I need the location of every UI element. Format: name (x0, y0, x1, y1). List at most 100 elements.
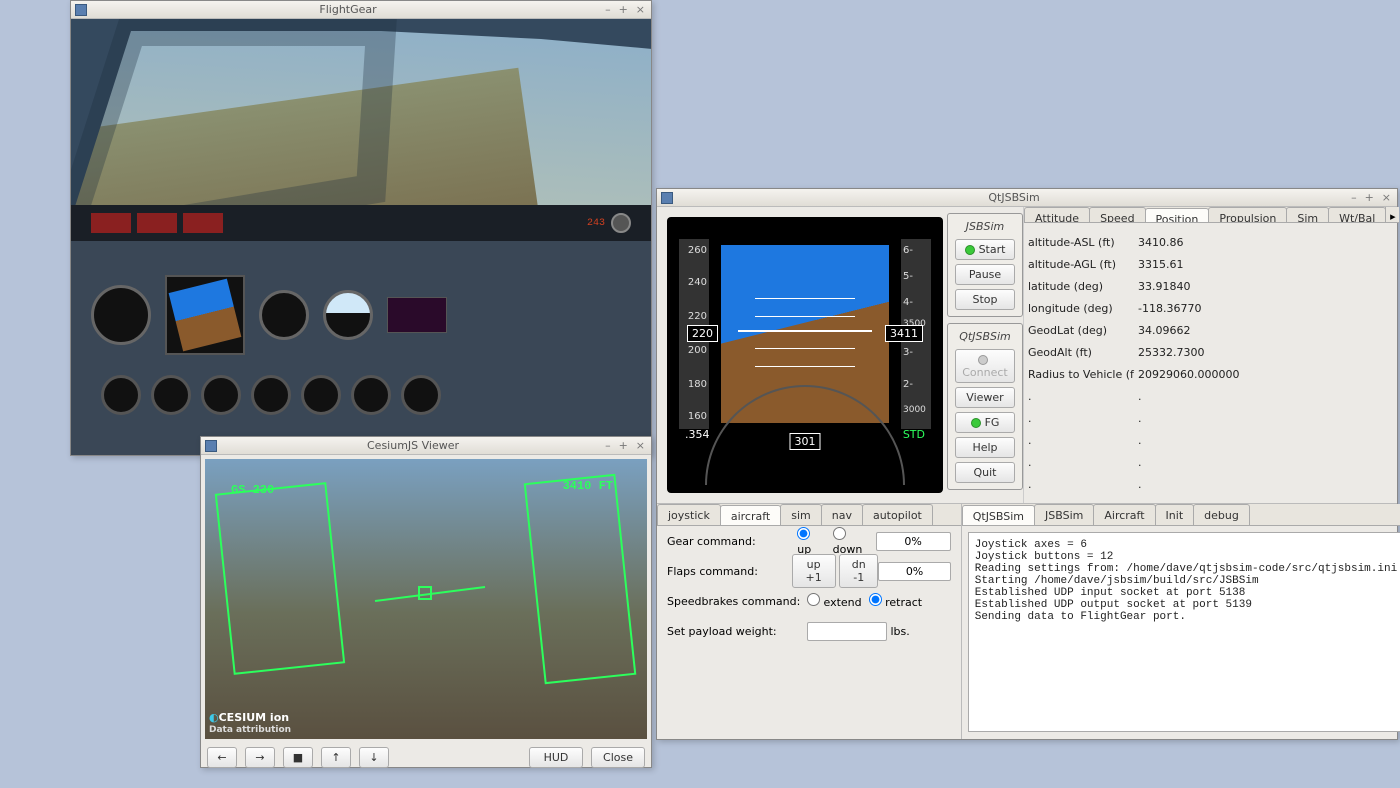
hud-groundspeed: GS 230 (231, 483, 274, 497)
nav-left-button[interactable]: ← (207, 747, 237, 768)
baro-std: STD (903, 428, 925, 441)
flaps-up-button[interactable]: up +1 (792, 554, 836, 588)
primary-flight-display: 260 240 220 200 180 160 6- 5- 4- 3500 3-… (667, 217, 943, 493)
maximize-icon[interactable]: + (617, 439, 630, 452)
data-row: GeodLat (deg)34.09662 (1028, 319, 1395, 341)
control-panel: JSBSim Start Pause Stop QtJSBSim Connect… (947, 207, 1023, 503)
airspeed-readout: 220 (687, 325, 718, 342)
window-title: FlightGear (93, 3, 603, 16)
payload-input[interactable] (807, 622, 887, 641)
log-output[interactable]: Joystick axes = 6 Joystick buttons = 12 … (968, 532, 1400, 732)
cesium-viewport[interactable]: GS 230 3410 FT ◐CESIUM ion Data attribut… (205, 459, 647, 739)
cesium-logo: CESIUM ion (219, 711, 289, 724)
nav-down-button[interactable]: ↓ (359, 747, 389, 768)
data-row: GeodAlt (ft)25332.7300 (1028, 341, 1395, 363)
heading-indicator: 301 (705, 435, 905, 485)
maximize-icon[interactable]: + (617, 3, 630, 16)
connect-button[interactable]: Connect (955, 349, 1015, 383)
qtjsbsim-titlebar[interactable]: QtJSBSim – + × (657, 189, 1397, 207)
gear-label: Gear command: (667, 535, 797, 548)
data-row: Radius to Vehicle (f20929060.000000 (1028, 363, 1395, 385)
app-icon (661, 192, 673, 204)
tab-position[interactable]: Position (1145, 208, 1210, 223)
altitude-readout: 3411 (885, 325, 923, 342)
data-row: .. (1028, 451, 1395, 473)
start-button[interactable]: Start (955, 239, 1015, 260)
qtjsbsim-controls: QtJSBSim Connect Viewer FG Help Quit (947, 323, 1023, 490)
stop-button[interactable]: Stop (955, 289, 1015, 310)
quit-button[interactable]: Quit (955, 462, 1015, 483)
data-row: .. (1028, 473, 1395, 495)
tab-joystick[interactable]: joystick (657, 504, 721, 525)
tab-wt/bal[interactable]: Wt/Bal (1328, 207, 1386, 222)
tab-propulsion[interactable]: Propulsion (1208, 207, 1287, 222)
help-button[interactable]: Help (955, 437, 1015, 458)
cesium-window: CesiumJS Viewer – + × GS 230 3410 FT ◐CE… (200, 436, 652, 768)
qtjsbsim-window: QtJSBSim – + × 260 240 (656, 188, 1398, 740)
tab-sim[interactable]: sim (780, 504, 822, 525)
lower-tabbar: joystickaircraftsimnavautopilot (657, 504, 961, 526)
close-icon[interactable]: × (1380, 191, 1393, 204)
gear-down-radio[interactable]: down (833, 527, 876, 556)
jsbsim-controls: JSBSim Start Pause Stop (947, 213, 1023, 317)
flaps-pct: 0% (878, 562, 950, 581)
data-row: latitude (deg)33.91840 (1028, 275, 1395, 297)
tab-autopilot[interactable]: autopilot (862, 504, 933, 525)
pause-button[interactable]: Pause (955, 264, 1015, 285)
viewer-button[interactable]: Viewer (955, 387, 1015, 408)
tab-speed[interactable]: Speed (1089, 207, 1145, 222)
tab-nav[interactable]: nav (821, 504, 863, 525)
data-attribution[interactable]: Data attribution (209, 725, 291, 735)
window-title: CesiumJS Viewer (223, 439, 603, 452)
minimize-icon[interactable]: – (603, 439, 613, 452)
nav-right-button[interactable]: → (245, 747, 275, 768)
data-tabbar: AttitudeSpeedPositionPropulsionSimWt/Bal… (1024, 207, 1399, 223)
gear-up-radio[interactable]: up (797, 527, 825, 556)
nav-up-button[interactable]: ↑ (321, 747, 351, 768)
data-row: .. (1028, 407, 1395, 429)
sb-extend-radio[interactable]: extend (807, 593, 862, 609)
tab-log-aircraft[interactable]: Aircraft (1093, 504, 1155, 525)
close-button[interactable]: Close (591, 747, 645, 768)
tab-log-debug[interactable]: debug (1193, 504, 1250, 525)
heading-readout: 301 (790, 433, 821, 450)
hud-altitude: 3410 FT (563, 479, 613, 493)
close-icon[interactable]: × (634, 3, 647, 16)
data-row: altitude-ASL (ft)3410.86 (1028, 231, 1395, 253)
data-row: longitude (deg)-118.36770 (1028, 297, 1395, 319)
tab-log-init[interactable]: Init (1155, 504, 1195, 525)
cesium-titlebar[interactable]: CesiumJS Viewer – + × (201, 437, 651, 455)
close-icon[interactable]: × (634, 439, 647, 452)
app-icon (205, 440, 217, 452)
data-row: .. (1028, 385, 1395, 407)
tab-attitude[interactable]: Attitude (1024, 207, 1090, 222)
tab-log-qtjsbsim[interactable]: QtJSBSim (962, 505, 1035, 526)
log-tabbar: QtJSBSimJSBSimAircraftInitdebug (962, 504, 1400, 526)
flaps-label: Flaps command: (667, 565, 792, 578)
payload-unit: lbs. (891, 625, 910, 638)
tab-aircraft[interactable]: aircraft (720, 505, 781, 526)
hud-button[interactable]: HUD (529, 747, 583, 768)
sb-retract-radio[interactable]: retract (869, 593, 923, 609)
log-panel: QtJSBSimJSBSimAircraftInitdebug Joystick… (961, 504, 1400, 739)
aircraft-panel: joystickaircraftsimnavautopilot Gear com… (657, 504, 961, 739)
data-row: altitude-AGL (ft)3315.61 (1028, 253, 1395, 275)
payload-label: Set payload weight: (667, 625, 807, 638)
flightgear-titlebar[interactable]: FlightGear – + × (71, 1, 651, 19)
nav-stop-button[interactable]: ■ (283, 747, 313, 768)
tab-scroll-right-icon[interactable]: ▸ (1385, 207, 1399, 222)
gear-pct: 0% (876, 532, 951, 551)
fg-button[interactable]: FG (955, 412, 1015, 433)
data-panel: AttitudeSpeedPositionPropulsionSimWt/Bal… (1023, 207, 1399, 503)
tab-sim[interactable]: Sim (1286, 207, 1329, 222)
minimize-icon[interactable]: – (603, 3, 613, 16)
minimize-icon[interactable]: – (1349, 191, 1359, 204)
flaps-dn-button[interactable]: dn -1 (839, 554, 878, 588)
flightgear-viewport[interactable]: 243 (71, 19, 651, 455)
maximize-icon[interactable]: + (1363, 191, 1376, 204)
window-title: QtJSBSim (679, 191, 1349, 204)
flightgear-window: FlightGear – + × 243 (70, 0, 652, 456)
app-icon (75, 4, 87, 16)
data-table: altitude-ASL (ft)3410.86altitude-AGL (ft… (1024, 223, 1399, 503)
tab-log-jsbsim[interactable]: JSBSim (1034, 504, 1094, 525)
